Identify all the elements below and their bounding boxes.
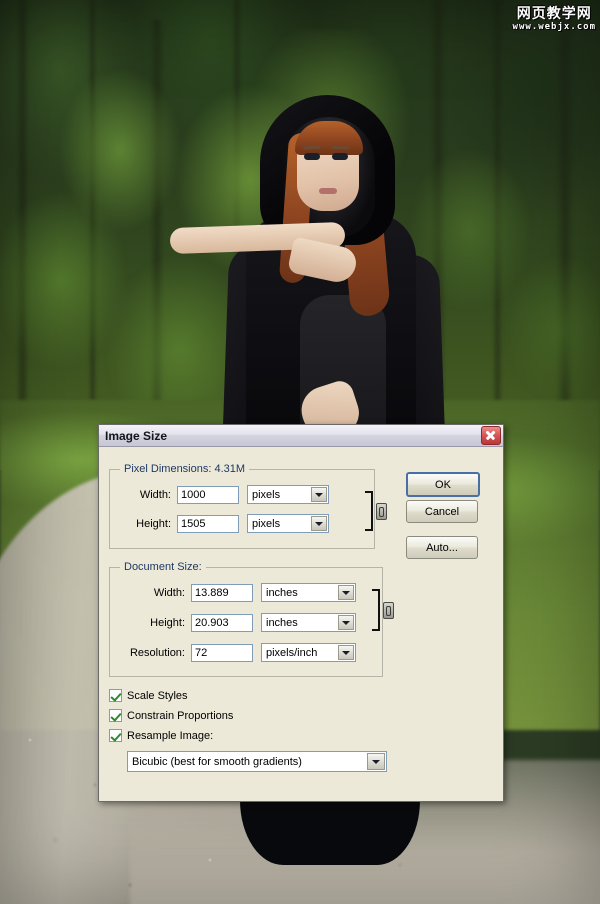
watermark-site-name: 网页教学网 (516, 6, 592, 22)
dialog-body: Pixel Dimensions: 4.31M Width: pixels He… (99, 447, 503, 800)
doc-width-label: Width: (153, 586, 185, 599)
watermark-url: www.webjx.com (512, 22, 596, 32)
eye-left (304, 153, 320, 160)
pixel-dimensions-group: Pixel Dimensions: 4.31M (109, 463, 375, 549)
doc-height-input[interactable] (191, 613, 253, 632)
resample-method-value: Bicubic (best for smooth gradients) (132, 755, 302, 768)
doc-resolution-input[interactable] (191, 643, 253, 662)
doc-resolution-unit-select[interactable]: pixels/inch (261, 643, 356, 662)
pixel-width-label: Width: (139, 488, 171, 501)
chevron-down-icon[interactable] (338, 645, 354, 660)
ok-button[interactable]: OK (406, 472, 480, 497)
chevron-down-icon[interactable] (338, 585, 354, 600)
doc-constrain-chain (372, 589, 394, 631)
chevron-down-icon[interactable] (311, 516, 327, 531)
pixel-height-row: Height: pixels (123, 514, 329, 533)
bracket-shape (372, 589, 380, 631)
pixel-height-input[interactable] (177, 514, 239, 533)
pixel-width-unit-value: pixels (252, 488, 281, 501)
constrain-proportions-checkbox[interactable]: Constrain Proportions (109, 709, 233, 722)
checkbox-check-icon[interactable] (109, 709, 122, 722)
scale-styles-checkbox[interactable]: Scale Styles (109, 689, 188, 702)
doc-height-row: Height: inches (123, 613, 356, 632)
chevron-down-icon[interactable] (311, 487, 327, 502)
resample-image-checkbox[interactable]: Resample Image: (109, 729, 213, 742)
doc-height-label: Height: (150, 616, 185, 629)
doc-width-unit-value: inches (266, 586, 298, 599)
doc-width-row: Width: inches (123, 583, 356, 602)
site-watermark: 网页教学网 www.webjx.com (513, 7, 596, 32)
pixel-height-label: Height: (136, 517, 171, 530)
pixel-dimensions-label: Pixel Dimensions: 4.31M (120, 463, 250, 475)
doc-resolution-row: Resolution: pixels/inch (123, 643, 356, 662)
scale-styles-label: Scale Styles (127, 689, 188, 702)
pixel-height-unit-select[interactable]: pixels (247, 514, 329, 533)
document-size-label: Document Size: (120, 561, 206, 573)
doc-height-unit-select[interactable]: inches (261, 613, 356, 632)
cancel-button[interactable]: Cancel (406, 500, 478, 523)
pixel-constrain-chain (365, 491, 387, 531)
checkbox-check-icon[interactable] (109, 689, 122, 702)
dialog-titlebar[interactable]: Image Size (99, 425, 503, 447)
pixel-height-unit-value: pixels (252, 517, 281, 530)
checkbox-check-icon[interactable] (109, 729, 122, 742)
lips (319, 188, 337, 194)
close-icon[interactable] (481, 426, 501, 445)
constrain-proportions-label: Constrain Proportions (127, 709, 234, 722)
doc-resolution-unit-value: pixels/inch (266, 646, 318, 659)
bracket-shape (365, 491, 373, 531)
chain-link-icon (383, 601, 394, 619)
chevron-down-icon[interactable] (367, 753, 385, 770)
doc-width-unit-select[interactable]: inches (261, 583, 356, 602)
pixel-width-input[interactable] (177, 485, 239, 504)
doc-width-input[interactable] (191, 583, 253, 602)
chevron-down-icon[interactable] (338, 615, 354, 630)
pixel-width-row: Width: pixels (123, 485, 329, 504)
doc-resolution-label: Resolution: (129, 646, 185, 659)
chain-link-icon (376, 502, 387, 520)
resample-method-select[interactable]: Bicubic (best for smooth gradients) (127, 751, 387, 772)
pixel-width-unit-select[interactable]: pixels (247, 485, 329, 504)
eye-right (332, 153, 348, 160)
doc-height-unit-value: inches (266, 616, 298, 629)
resample-image-label: Resample Image: (127, 729, 214, 742)
image-size-dialog: Image Size Pixel Dimensions: 4.31M Width… (98, 424, 504, 802)
dialog-title: Image Size (105, 428, 168, 443)
auto-button[interactable]: Auto... (406, 536, 478, 559)
